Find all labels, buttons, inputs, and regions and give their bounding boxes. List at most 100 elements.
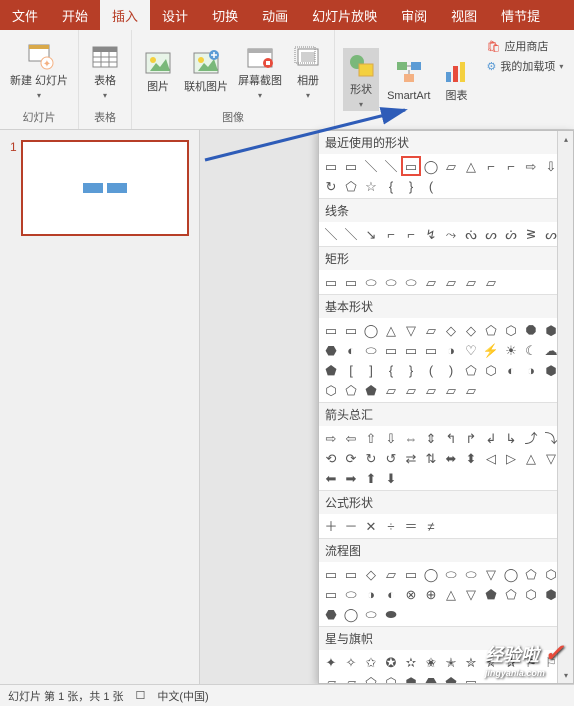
shape-item[interactable]: ▽ [461,584,481,604]
shape-item[interactable]: ⌐ [381,224,401,244]
menu-transition[interactable]: 切换 [200,0,250,30]
shape-item[interactable]: ◐ [501,360,521,380]
shape-item[interactable]: ⇨ [521,156,541,176]
shape-item[interactable]: ⬭ [441,564,461,584]
shape-item[interactable]: ⬡ [321,380,341,400]
shape-item[interactable]: ▱ [481,272,501,292]
shape-item[interactable]: ▱ [421,320,441,340]
shape-item[interactable]: ↰ [441,428,461,448]
shape-item[interactable]: ⬌ [441,448,461,468]
shape-item[interactable]: ▭ [421,340,441,360]
shape-item[interactable]: △ [461,156,481,176]
slide-thumbnail[interactable] [21,140,189,236]
screenshot-button[interactable]: 屏幕截图 ▾ [236,39,284,101]
shape-item[interactable]: ▭ [461,672,481,683]
shape-item[interactable]: ⬣ [421,672,441,683]
shape-item[interactable]: ＋ [321,516,341,536]
shape-item[interactable]: ⇧ [361,428,381,448]
shapes-button[interactable]: 形状 ▾ [343,48,379,110]
shape-item[interactable]: ⬟ [361,380,381,400]
new-slide-button[interactable]: ✦ 新建 幻灯片 ▾ [8,39,70,101]
shape-item[interactable]: ⇨ [321,428,341,448]
menu-animation[interactable]: 动画 [250,0,300,30]
shape-item[interactable]: ⬭ [401,272,421,292]
shape-item[interactable]: ◑ [361,584,381,604]
my-addins-button[interactable]: ⚙ 我的加载项 ▾ [486,58,563,74]
shape-item[interactable]: ↱ [461,428,481,448]
shape-item[interactable]: ⬭ [361,604,381,624]
shape-item[interactable]: ↘ [361,224,381,244]
menu-view[interactable]: 视图 [439,0,489,30]
shape-item[interactable]: ⬡ [481,360,501,380]
shape-item[interactable]: ᔔ [461,224,481,244]
shape-item[interactable]: ✩ [361,652,381,672]
shape-item[interactable]: ] [361,360,381,380]
shape-item[interactable]: ＼ [341,224,361,244]
shape-item[interactable]: ✫ [401,652,421,672]
shape-item[interactable]: ▱ [321,672,341,683]
shape-item[interactable]: ✧ [341,652,361,672]
shape-item[interactable]: ▱ [381,564,401,584]
shape-item[interactable]: ⊕ [421,584,441,604]
shape-item[interactable]: ⬡ [381,672,401,683]
shape-item[interactable]: ▭ [341,564,361,584]
shape-item[interactable]: ▭ [401,340,421,360]
menu-file[interactable]: 文件 [0,0,50,30]
shape-item[interactable]: ) [441,360,461,380]
shape-item[interactable]: ⇅ [421,448,441,468]
shape-item[interactable]: ▭ [321,320,341,340]
menu-slideshow[interactable]: 幻灯片放映 [300,0,389,30]
shape-item[interactable]: ÷ [381,516,401,536]
shape-item[interactable]: ◯ [421,156,441,176]
shape-item[interactable]: ⊗ [401,584,421,604]
shape-item[interactable]: ᔖ [501,224,521,244]
shape-item[interactable]: ✕ [361,516,381,536]
shape-item[interactable]: ▱ [441,156,461,176]
shape-item[interactable]: ◇ [461,320,481,340]
shape-item[interactable]: ⬠ [361,672,381,683]
shape-item[interactable]: { [381,176,401,196]
shape-item[interactable]: ◑ [441,340,461,360]
shape-item[interactable]: ▱ [421,380,441,400]
shape-item[interactable]: △ [441,584,461,604]
shape-item[interactable]: ⬭ [341,584,361,604]
shape-item[interactable]: ▭ [321,564,341,584]
shape-item[interactable]: ↻ [361,448,381,468]
shape-item[interactable]: △ [381,320,401,340]
shape-item[interactable]: ⬍ [461,448,481,468]
shape-item[interactable]: ➡ [341,468,361,488]
shape-item[interactable]: ▱ [341,672,361,683]
shape-item[interactable]: ✦ [321,652,341,672]
smartart-button[interactable]: SmartArt [385,54,432,105]
shape-item[interactable]: ◯ [361,320,381,340]
shape-item[interactable]: ᕒ [521,224,541,244]
shape-item[interactable]: ⬆ [361,468,381,488]
shape-item[interactable]: ▽ [481,564,501,584]
shape-item[interactable]: ＝ [401,516,421,536]
shape-item[interactable]: ⬟ [441,672,461,683]
shape-item[interactable]: ⬇ [381,468,401,488]
shape-item[interactable]: ⬣ [321,340,341,360]
shape-item[interactable]: ✬ [421,652,441,672]
shape-item[interactable]: [ [341,360,361,380]
shape-item[interactable]: ⇦ [341,428,361,448]
shape-item[interactable]: ▭ [321,584,341,604]
shape-item[interactable]: ▭ [321,272,341,292]
shape-item[interactable]: ⌐ [401,224,421,244]
shape-item[interactable]: ＼ [361,156,381,176]
shape-item[interactable]: ⬬ [381,604,401,624]
shape-item[interactable]: ▭ [341,156,361,176]
online-picture-button[interactable]: 联机图片 [182,45,230,96]
shape-item[interactable]: ✭ [441,652,461,672]
shape-item[interactable]: ⬟ [481,584,501,604]
shape-item[interactable]: { [381,360,401,380]
shape-item[interactable]: ⇔ [401,428,421,448]
shape-item[interactable]: ( [421,176,441,196]
shape-item[interactable]: ♡ [461,340,481,360]
shape-item[interactable]: ⯃ [521,320,541,340]
shape-item[interactable]: ᔕ [481,224,501,244]
chart-button[interactable]: 图表 [438,54,474,105]
shape-item[interactable]: ▱ [401,380,421,400]
shape-item[interactable]: ↯ [421,224,441,244]
table-button[interactable]: 表格 ▾ [87,39,123,101]
